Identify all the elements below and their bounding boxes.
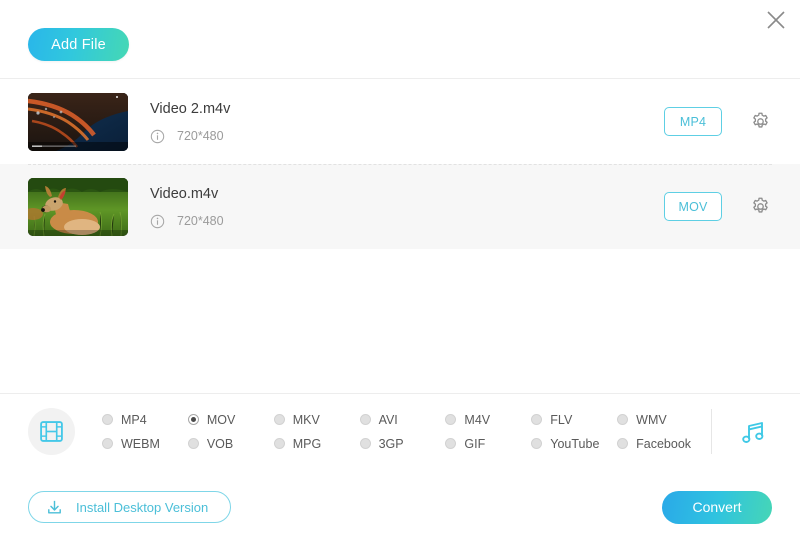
format-option-m4v[interactable]: M4V xyxy=(445,408,531,432)
radio-dot xyxy=(617,438,629,449)
toolbar: Add File xyxy=(0,0,800,61)
audio-format-category-button[interactable] xyxy=(734,413,772,451)
add-file-button[interactable]: Add File xyxy=(28,28,129,61)
format-option-webm[interactable]: WEBM xyxy=(102,432,188,456)
close-icon xyxy=(767,11,785,29)
radio-dot xyxy=(359,438,371,449)
radio-dot xyxy=(102,414,113,425)
table-row[interactable]: Video 2.m4v 720*480 MP4 xyxy=(0,79,800,164)
radio-dot xyxy=(445,414,457,425)
format-option-label: MKV xyxy=(292,412,320,427)
format-option-label: WEBM xyxy=(121,436,160,451)
format-option-label: MOV xyxy=(206,412,236,427)
video-thumbnail[interactable] xyxy=(28,92,128,151)
download-icon xyxy=(48,500,61,514)
video-thumbnail[interactable] xyxy=(28,177,128,236)
radio-dot xyxy=(273,438,285,449)
film-strip-icon xyxy=(40,421,63,442)
output-format-badge[interactable]: MOV xyxy=(664,192,722,221)
format-option-mpg[interactable]: MPG xyxy=(273,432,360,456)
file-list: Video 2.m4v 720*480 MP4 Video.m4v 720*48… xyxy=(0,78,800,249)
format-radio-group: MP4 MOV MKV AVI M4V FLV WMV WEBM VOB MPG… xyxy=(102,408,703,456)
format-option-label: YouTube xyxy=(550,436,600,451)
close-window-button[interactable] xyxy=(762,6,790,34)
file-subinfo: 720*480 xyxy=(150,214,664,229)
install-desktop-version-button[interactable]: Install Desktop Version xyxy=(28,491,232,523)
radio-dot xyxy=(102,438,113,449)
radio-dot xyxy=(187,438,199,449)
radio-dot xyxy=(359,414,371,425)
format-option-label: VOB xyxy=(206,436,234,451)
format-option-label: FLV xyxy=(550,412,573,427)
info-icon[interactable] xyxy=(150,129,165,144)
format-option-label: WMV xyxy=(636,412,667,427)
footer-bar: Install Desktop Version Convert xyxy=(0,469,800,545)
file-dimensions: 720*480 xyxy=(177,129,224,143)
gear-icon xyxy=(752,112,768,128)
format-option-flv[interactable]: FLV xyxy=(531,408,617,432)
format-option-gif[interactable]: GIF xyxy=(445,432,531,456)
format-option-label: MP4 xyxy=(121,412,147,427)
radio-dot xyxy=(445,438,457,449)
radio-dot xyxy=(531,438,543,449)
info-icon[interactable] xyxy=(150,214,165,229)
settings-gear-button[interactable] xyxy=(748,110,772,134)
format-option-youtube[interactable]: YouTube xyxy=(531,432,617,456)
file-info: Video.m4v 720*480 xyxy=(150,185,664,229)
file-info: Video 2.m4v 720*480 xyxy=(150,100,664,144)
format-option-wmv[interactable]: WMV xyxy=(617,408,703,432)
radio-dot xyxy=(531,414,543,425)
file-name: Video.m4v xyxy=(150,185,219,202)
format-option-label: 3GP xyxy=(378,436,404,451)
settings-gear-button[interactable] xyxy=(748,195,772,219)
format-option-3gp[interactable]: 3GP xyxy=(359,432,446,456)
format-option-mov[interactable]: MOV xyxy=(187,408,274,432)
format-option-label: AVI xyxy=(378,412,398,427)
panel-divider xyxy=(711,409,712,454)
music-note-icon xyxy=(742,421,764,443)
convert-button[interactable]: Convert xyxy=(662,490,772,524)
radio-dot xyxy=(187,414,199,425)
format-option-mp4[interactable]: MP4 xyxy=(102,408,188,432)
format-option-label: GIF xyxy=(464,436,486,451)
format-option-label: MPG xyxy=(292,436,322,451)
file-name: Video 2.m4v xyxy=(150,100,231,117)
radio-dot xyxy=(273,414,285,425)
install-button-label: Install Desktop Version xyxy=(76,499,209,515)
file-dimensions: 720*480 xyxy=(177,214,224,228)
gear-icon xyxy=(752,197,768,213)
file-subinfo: 720*480 xyxy=(150,129,664,144)
format-option-facebook[interactable]: Facebook xyxy=(617,432,703,456)
format-option-mkv[interactable]: MKV xyxy=(273,408,360,432)
format-option-label: Facebook xyxy=(636,436,692,451)
aerial-coastline-thumbnail-image xyxy=(28,92,128,151)
format-option-label: M4V xyxy=(464,412,491,427)
table-row[interactable]: Video.m4v 720*480 MOV xyxy=(0,164,800,249)
format-option-vob[interactable]: VOB xyxy=(187,432,274,456)
format-option-avi[interactable]: AVI xyxy=(359,408,446,432)
output-format-panel: MP4 MOV MKV AVI M4V FLV WMV WEBM VOB MPG… xyxy=(0,393,800,469)
deer-in-grass-thumbnail-image xyxy=(28,177,128,236)
output-format-badge[interactable]: MP4 xyxy=(664,107,722,136)
video-format-category-button[interactable] xyxy=(28,408,75,455)
radio-dot xyxy=(617,414,629,425)
